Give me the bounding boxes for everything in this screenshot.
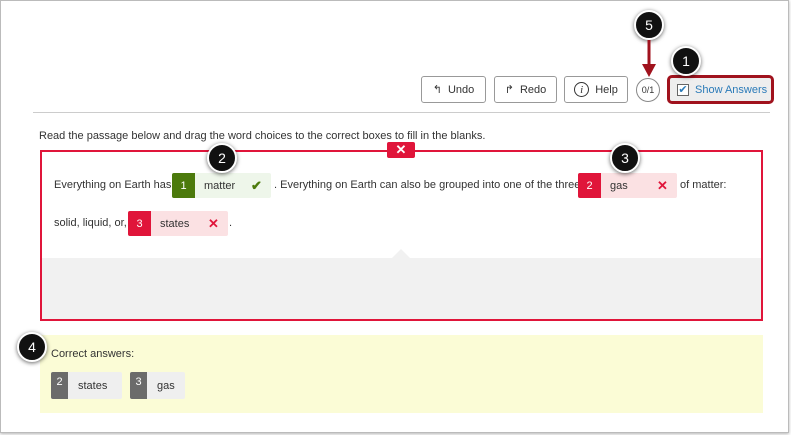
arrow-down-icon xyxy=(642,40,656,77)
help-button[interactable]: i Help xyxy=(564,76,628,103)
redo-button[interactable]: ↱ Redo xyxy=(494,76,557,103)
undo-icon: ↰ xyxy=(432,84,442,96)
word-bank[interactable] xyxy=(42,258,761,319)
incorrect-badge-icon: ✕ xyxy=(387,142,415,158)
callout-5: 5 xyxy=(634,10,664,40)
show-answers-toggle[interactable]: ✔ Show Answers xyxy=(667,75,774,104)
blank-2[interactable]: 2 gas ✕ xyxy=(578,173,677,198)
answer-chip: 2 states xyxy=(51,372,122,399)
passage-text: of matter: xyxy=(680,179,727,191)
correct-answers-label: Correct answers: xyxy=(51,348,135,360)
x-icon: ✕ xyxy=(657,177,668,193)
callout-3: 3 xyxy=(610,143,640,173)
passage-text: . Everything on Earth can also be groupe… xyxy=(274,179,581,191)
answer-chip: 3 gas xyxy=(130,372,185,399)
check-icon: ✔ xyxy=(251,177,262,193)
passage-text: solid, liquid, or, xyxy=(54,217,127,229)
callout-2: 2 xyxy=(207,143,237,173)
redo-icon: ↱ xyxy=(504,84,514,96)
instructions: Read the passage below and drag the word… xyxy=(39,130,486,142)
score-indicator: 0/1 xyxy=(636,78,660,102)
info-icon: i xyxy=(574,82,590,97)
x-icon: ✕ xyxy=(208,215,219,231)
undo-button[interactable]: ↰ Undo xyxy=(421,76,486,103)
passage-text: . xyxy=(229,217,233,229)
blank-1[interactable]: 1 matter ✔ xyxy=(172,173,271,198)
word-bank-pointer xyxy=(392,249,410,258)
divider xyxy=(33,112,770,113)
blank-3[interactable]: 3 states ✕ xyxy=(128,211,228,236)
checkbox-checked-icon[interactable]: ✔ xyxy=(677,83,689,96)
passage-text: Everything on Earth has xyxy=(54,179,172,191)
callout-1: 1 xyxy=(671,46,701,76)
callout-4: 4 xyxy=(17,332,47,362)
